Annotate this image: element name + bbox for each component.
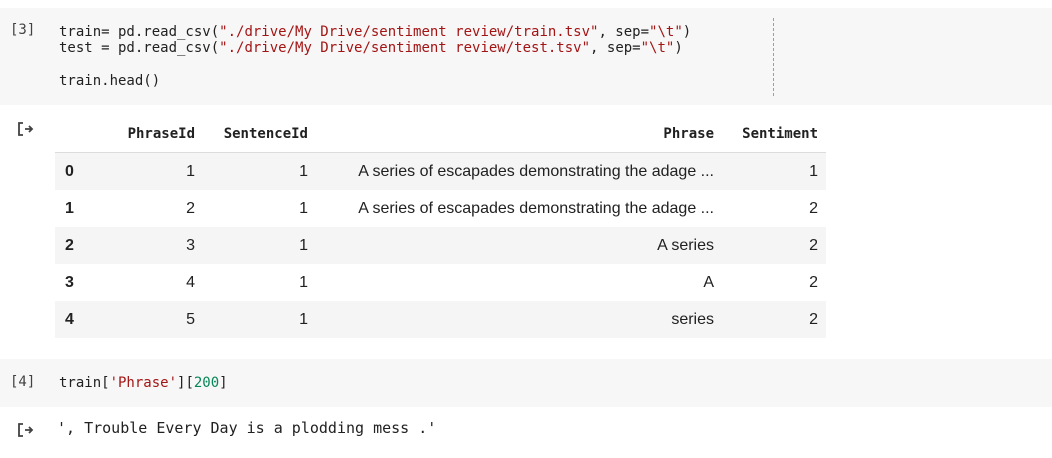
code-token: , sep= xyxy=(598,24,650,40)
cell-phraseid: 3 xyxy=(186,236,195,254)
table-row: 0 1 1 A series of escapades demonstratin… xyxy=(55,152,826,190)
cell-phrase: A series xyxy=(657,236,714,254)
code-token: ] xyxy=(219,375,228,391)
code-cell-4[interactable]: [4] train['Phrase'][200] xyxy=(0,359,1052,407)
table-row: 1 2 1 A series of escapades demonstratin… xyxy=(55,190,826,227)
code-line[interactable]: test = pd.read_csv("./drive/My Drive/sen… xyxy=(59,40,683,57)
row-index: 1 xyxy=(65,199,74,217)
row-index: 3 xyxy=(65,273,74,291)
cell-sentiment: 2 xyxy=(809,273,818,291)
column-header-phrase: Phrase xyxy=(316,115,722,153)
dataframe-table: PhraseId SentenceId Phrase Sentiment 0 1… xyxy=(55,115,826,338)
code-line[interactable]: train.head() xyxy=(59,73,160,90)
cell-sentenceid: 1 xyxy=(299,236,308,254)
column-header-phraseid: PhraseId xyxy=(93,115,203,153)
cell-phrase: A series of escapades demonstrating the … xyxy=(358,199,714,217)
code-string: "./drive/My Drive/sentiment review/test.… xyxy=(219,40,591,56)
code-token: test = pd.read_csv( xyxy=(59,40,220,56)
code-string: "\t" xyxy=(640,40,675,56)
column-header-sentiment: Sentiment xyxy=(722,115,826,153)
cell-prompt: [4] xyxy=(10,374,36,390)
cell-phraseid: 2 xyxy=(186,199,195,217)
code-token: ) xyxy=(682,24,692,40)
table-row: 2 3 1 A series 2 xyxy=(55,227,826,264)
cell-phraseid: 5 xyxy=(186,310,195,328)
cell-sentiment: 2 xyxy=(809,199,818,217)
code-string: "./drive/My Drive/sentiment review/train… xyxy=(219,24,599,40)
code-token: train= pd.read_csv( xyxy=(59,24,220,40)
cell-phrase: series xyxy=(671,310,714,328)
row-index: 2 xyxy=(65,236,74,254)
cell-phrase: A xyxy=(703,273,714,291)
table-row: 3 4 1 A 2 xyxy=(55,264,826,301)
code-token: ][ xyxy=(177,375,194,391)
cell-output-text: ', Trouble Every Day is a plodding mess … xyxy=(57,419,437,437)
cell-phraseid: 1 xyxy=(186,162,195,180)
table-row: 4 5 1 series 2 xyxy=(55,301,826,338)
code-line[interactable]: train= pd.read_csv("./drive/My Drive/sen… xyxy=(59,24,691,41)
cell-prompt: [3] xyxy=(10,22,36,38)
code-token: train.head() xyxy=(59,73,161,89)
output-arrow-icon xyxy=(18,423,34,437)
code-cell-3[interactable]: [3] train= pd.read_csv("./drive/My Drive… xyxy=(0,8,1052,105)
code-string: "\t" xyxy=(649,24,683,40)
row-index: 4 xyxy=(65,310,74,328)
cell-sentenceid: 1 xyxy=(299,273,308,291)
output-arrow-icon xyxy=(18,122,34,136)
cell-sentiment: 2 xyxy=(809,310,818,328)
code-token: ) xyxy=(674,40,683,56)
code-token: train[ xyxy=(59,375,110,391)
cell-phrase: A series of escapades demonstrating the … xyxy=(358,162,714,180)
code-token: , sep= xyxy=(590,40,641,56)
cell-sentenceid: 1 xyxy=(299,310,308,328)
code-line[interactable]: train['Phrase'][200] xyxy=(59,375,228,392)
code-number: 200 xyxy=(193,375,220,391)
cell-sentenceid: 1 xyxy=(299,162,308,180)
index-header xyxy=(55,115,93,153)
row-index: 0 xyxy=(65,162,74,180)
line-length-ruler xyxy=(773,18,774,96)
cell-sentiment: 2 xyxy=(809,236,818,254)
table-header-row: PhraseId SentenceId Phrase Sentiment xyxy=(55,115,826,153)
cell-sentenceid: 1 xyxy=(299,199,308,217)
cell-phraseid: 4 xyxy=(186,273,195,291)
cell-sentiment: 1 xyxy=(809,162,818,180)
code-string: 'Phrase' xyxy=(109,375,178,391)
column-header-sentenceid: SentenceId xyxy=(203,115,316,153)
